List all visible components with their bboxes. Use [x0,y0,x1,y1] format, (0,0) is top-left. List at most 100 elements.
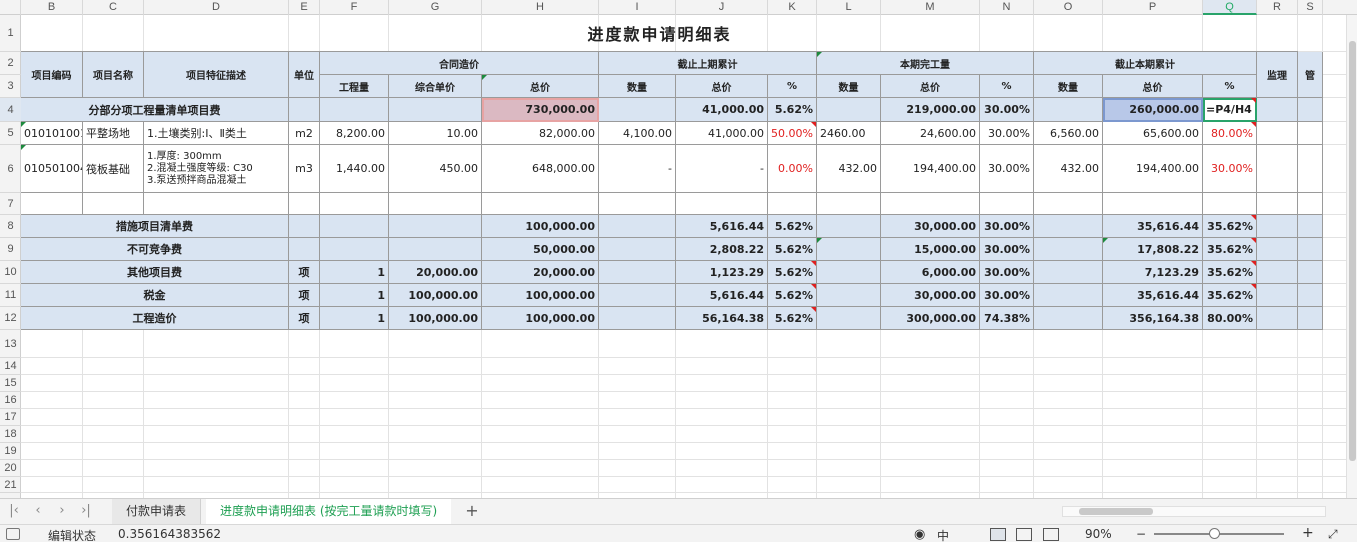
cell[interactable] [144,193,289,215]
horizontal-scroll-thumb[interactable] [1079,508,1153,515]
cell[interactable] [881,193,980,215]
row9-unit[interactable] [289,238,320,261]
cell[interactable] [1257,215,1298,238]
cell[interactable] [1103,193,1203,215]
row6-todate-pct[interactable]: 30.00% [1203,145,1257,193]
cell[interactable] [482,193,599,215]
row4-curr-total[interactable]: 219,000.00 [881,98,980,122]
cell[interactable] [599,284,676,307]
row9-total[interactable]: 50,000.00 [482,238,599,261]
page-layout-icon[interactable] [1016,528,1032,541]
comment-indicator[interactable] [811,261,816,266]
cell[interactable] [599,193,676,215]
row8-qty[interactable] [320,215,389,238]
row6-name[interactable]: 筏板基础 [83,145,144,193]
header-curr[interactable]: 本期完工量 [817,52,1034,75]
row12-unit[interactable]: 项 [289,307,320,330]
column-header-k[interactable]: K [768,0,817,15]
row6-prev-pct[interactable]: 0.00% [768,145,817,193]
header-unit-price[interactable]: 综合单价 [389,75,482,98]
cell[interactable] [1034,238,1103,261]
prev-sheet-button[interactable]: ‹ [30,503,46,519]
cell[interactable] [817,215,881,238]
normal-view-icon[interactable] [990,528,1006,541]
row4-prev-total[interactable]: 41,000.00 [676,98,768,122]
row-header-2[interactable]: 2 [0,52,21,75]
cell[interactable] [1298,193,1323,215]
header-prev-cum[interactable]: 截止上期累计 [599,52,817,75]
last-sheet-button[interactable]: ›| [78,503,94,519]
cell[interactable] [1298,284,1323,307]
vertical-scrollbar[interactable] [1346,15,1357,498]
row5-prev-qty[interactable]: 4,100.00 [599,122,676,145]
row12-label[interactable]: 工程造价 [21,307,289,330]
header-to-date[interactable]: 截止本期累计 [1034,52,1257,75]
row5-todate-total[interactable]: 65,600.00 [1103,122,1203,145]
cell[interactable] [1203,193,1257,215]
cell[interactable] [1298,215,1323,238]
cell[interactable] [676,193,768,215]
row10-prev-total[interactable]: 1,123.29 [676,261,768,284]
row11-todate-pct[interactable]: 35.62% [1203,284,1257,307]
row-header-12[interactable]: 12 [0,307,21,330]
row12-unit-price[interactable]: 100,000.00 [389,307,482,330]
comment-indicator[interactable] [1251,98,1256,103]
cell[interactable] [320,98,389,122]
column-header-h[interactable]: H [482,0,599,15]
cell[interactable] [1298,145,1323,193]
row6-desc[interactable]: 1.厚度: 300mm 2.混凝土强度等级: C30 3.泵送预拌商品混凝土 [144,145,289,193]
header-unit[interactable]: 单位 [289,52,320,98]
row5-total[interactable]: 82,000.00 [482,122,599,145]
header-contract[interactable]: 合同造价 [320,52,599,75]
header-curr-total[interactable]: 总价 [881,75,980,98]
comment-indicator[interactable] [1251,238,1256,243]
row8-curr-total[interactable]: 30,000.00 [881,215,980,238]
row11-total[interactable]: 100,000.00 [482,284,599,307]
comment-indicator[interactable] [811,284,816,289]
column-header-c[interactable]: C [83,0,144,15]
row5-qty[interactable]: 8,200.00 [320,122,389,145]
cell[interactable] [817,193,881,215]
row6-code[interactable]: 010501004002 [21,145,83,193]
row9-prev-pct[interactable]: 5.62% [768,238,817,261]
row5-unit-price[interactable]: 10.00 [389,122,482,145]
comment-indicator[interactable] [811,307,816,312]
cell[interactable] [817,307,881,330]
cell[interactable] [599,307,676,330]
row5-desc[interactable]: 1.土壤类别:Ⅰ、Ⅱ类土 [144,122,289,145]
formula-error-indicator[interactable] [817,238,822,243]
header-curr-count[interactable]: 数量 [817,75,881,98]
cell[interactable] [1257,193,1298,215]
cell[interactable] [1257,238,1298,261]
row9-qty[interactable] [320,238,389,261]
row5-prev-total[interactable]: 41,000.00 [676,122,768,145]
input-method[interactable]: 中 [937,527,949,544]
row11-curr-pct[interactable]: 30.00% [980,284,1034,307]
row4-prev-pct[interactable]: 5.62% [768,98,817,122]
row9-todate-pct[interactable]: 35.62% [1203,238,1257,261]
row6-curr-pct[interactable]: 30.00% [980,145,1034,193]
column-header-o[interactable]: O [1034,0,1103,15]
row5-unit[interactable]: m2 [289,122,320,145]
header-manager[interactable]: 管 [1298,52,1323,98]
header-code[interactable]: 项目编码 [21,52,83,98]
row4-contract-total[interactable]: 730,000.00 [482,98,599,122]
cell[interactable] [320,193,389,215]
column-header-p[interactable]: P [1103,0,1203,15]
cell[interactable] [1298,98,1323,122]
row5-code[interactable]: 010101001001 [21,122,83,145]
first-sheet-button[interactable]: |‹ [6,503,22,519]
cell[interactable] [817,261,881,284]
row10-todate-pct[interactable]: 35.62% [1203,261,1257,284]
cell[interactable] [1298,122,1323,145]
header-name[interactable]: 项目名称 [83,52,144,98]
cell[interactable] [1257,284,1298,307]
header-todate-total[interactable]: 总价 [1103,75,1203,98]
zoom-out-button[interactable]: − [1136,527,1146,541]
row5-todate-pct[interactable]: 80.00% [1203,122,1257,145]
cell[interactable] [1257,145,1298,193]
formula-error-indicator[interactable] [1103,238,1108,243]
row8-prev-total[interactable]: 5,616.44 [676,215,768,238]
row8-prev-pct[interactable]: 5.62% [768,215,817,238]
row10-label[interactable]: 其他项目费 [21,261,289,284]
